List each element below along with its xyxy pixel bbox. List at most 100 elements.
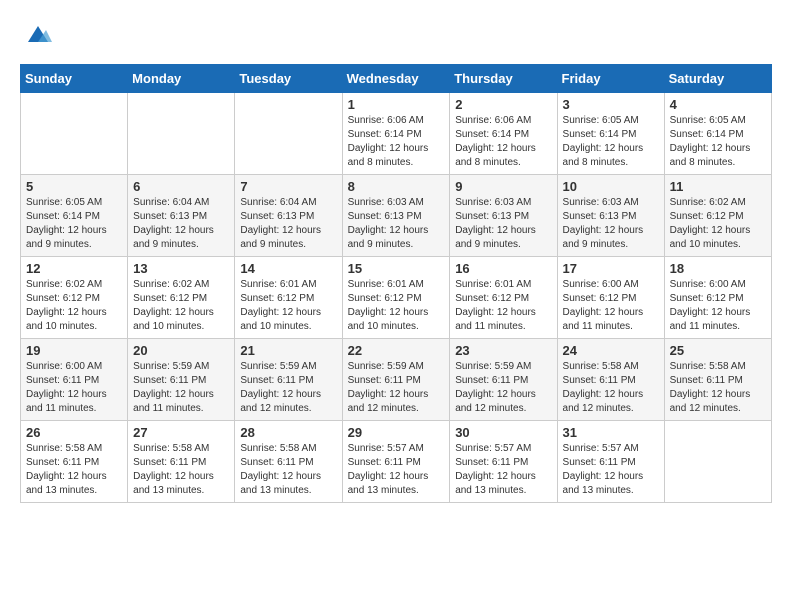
day-number: 23 (455, 343, 551, 358)
day-info: Sunrise: 6:00 AM Sunset: 6:12 PM Dayligh… (563, 278, 659, 334)
day-info: Sunrise: 5:58 AM Sunset: 6:11 PM Dayligh… (670, 360, 766, 416)
day-number: 7 (240, 179, 336, 194)
calendar-cell (21, 93, 128, 175)
day-number: 1 (348, 97, 445, 112)
day-number: 16 (455, 261, 551, 276)
day-number: 10 (563, 179, 659, 194)
calendar-cell: 3 Sunrise: 6:05 AM Sunset: 6:14 PM Daylig… (557, 93, 664, 175)
day-info: Sunrise: 6:06 AM Sunset: 6:14 PM Dayligh… (348, 114, 445, 170)
day-info: Sunrise: 6:00 AM Sunset: 6:12 PM Dayligh… (670, 278, 766, 334)
calendar-cell: 2 Sunrise: 6:06 AM Sunset: 6:14 PM Daylig… (450, 93, 557, 175)
calendar-cell: 4 Sunrise: 6:05 AM Sunset: 6:14 PM Daylig… (664, 93, 771, 175)
week-row-3: 12 Sunrise: 6:02 AM Sunset: 6:12 PM Dayli… (21, 257, 772, 339)
day-header-saturday: Saturday (664, 65, 771, 93)
day-info: Sunrise: 6:02 AM Sunset: 6:12 PM Dayligh… (670, 196, 766, 252)
day-number: 12 (26, 261, 122, 276)
day-number: 19 (26, 343, 122, 358)
calendar-cell: 17 Sunrise: 6:00 AM Sunset: 6:12 PM Dayli… (557, 257, 664, 339)
day-number: 22 (348, 343, 445, 358)
day-info: Sunrise: 6:02 AM Sunset: 6:12 PM Dayligh… (133, 278, 229, 334)
calendar-cell: 26 Sunrise: 5:58 AM Sunset: 6:11 PM Dayli… (21, 421, 128, 503)
day-info: Sunrise: 5:58 AM Sunset: 6:11 PM Dayligh… (563, 360, 659, 416)
day-info: Sunrise: 5:59 AM Sunset: 6:11 PM Dayligh… (133, 360, 229, 416)
calendar-cell: 6 Sunrise: 6:04 AM Sunset: 6:13 PM Daylig… (128, 175, 235, 257)
day-number: 15 (348, 261, 445, 276)
day-header-monday: Monday (128, 65, 235, 93)
day-info: Sunrise: 6:02 AM Sunset: 6:12 PM Dayligh… (26, 278, 122, 334)
day-number: 9 (455, 179, 551, 194)
day-number: 18 (670, 261, 766, 276)
day-info: Sunrise: 6:01 AM Sunset: 6:12 PM Dayligh… (240, 278, 336, 334)
day-number: 6 (133, 179, 229, 194)
day-info: Sunrise: 5:59 AM Sunset: 6:11 PM Dayligh… (348, 360, 445, 416)
calendar-cell: 24 Sunrise: 5:58 AM Sunset: 6:11 PM Dayli… (557, 339, 664, 421)
week-row-5: 26 Sunrise: 5:58 AM Sunset: 6:11 PM Dayli… (21, 421, 772, 503)
calendar-cell: 25 Sunrise: 5:58 AM Sunset: 6:11 PM Dayli… (664, 339, 771, 421)
day-info: Sunrise: 6:04 AM Sunset: 6:13 PM Dayligh… (133, 196, 229, 252)
day-number: 11 (670, 179, 766, 194)
week-row-4: 19Sunrise: 6:00 AM Sunset: 6:11 PM Dayli… (21, 339, 772, 421)
day-number: 26 (26, 425, 122, 440)
day-number: 4 (670, 97, 766, 112)
calendar-cell: 28 Sunrise: 5:58 AM Sunset: 6:11 PM Dayli… (235, 421, 342, 503)
day-info: Sunrise: 5:57 AM Sunset: 6:11 PM Dayligh… (455, 442, 551, 498)
calendar-cell: 9 Sunrise: 6:03 AM Sunset: 6:13 PM Daylig… (450, 175, 557, 257)
calendar-cell: 30Sunrise: 5:57 AM Sunset: 6:11 PM Dayli… (450, 421, 557, 503)
calendar-cell (664, 421, 771, 503)
day-number: 28 (240, 425, 336, 440)
calendar-cell: 12 Sunrise: 6:02 AM Sunset: 6:12 PM Dayli… (21, 257, 128, 339)
day-number: 3 (563, 97, 659, 112)
day-info: Sunrise: 6:01 AM Sunset: 6:12 PM Dayligh… (455, 278, 551, 334)
day-info: Sunrise: 5:57 AM Sunset: 6:11 PM Dayligh… (348, 442, 445, 498)
day-header-tuesday: Tuesday (235, 65, 342, 93)
day-info: Sunrise: 5:59 AM Sunset: 6:11 PM Dayligh… (455, 360, 551, 416)
day-number: 31 (563, 425, 659, 440)
day-info: Sunrise: 6:03 AM Sunset: 6:13 PM Dayligh… (455, 196, 551, 252)
day-info: Sunrise: 5:57 AM Sunset: 6:11 PM Dayligh… (563, 442, 659, 498)
day-info: Sunrise: 5:58 AM Sunset: 6:11 PM Dayligh… (133, 442, 229, 498)
calendar-cell: 21 Sunrise: 5:59 AM Sunset: 6:11 PM Dayli… (235, 339, 342, 421)
calendar-cell: 13 Sunrise: 6:02 AM Sunset: 6:12 PM Dayli… (128, 257, 235, 339)
day-number: 17 (563, 261, 659, 276)
day-number: 29 (348, 425, 445, 440)
day-info: Sunrise: 5:58 AM Sunset: 6:11 PM Dayligh… (26, 442, 122, 498)
week-row-1: 1 Sunrise: 6:06 AM Sunset: 6:14 PM Daylig… (21, 93, 772, 175)
calendar-cell: 10Sunrise: 6:03 AM Sunset: 6:13 PM Dayli… (557, 175, 664, 257)
day-number: 14 (240, 261, 336, 276)
day-header-sunday: Sunday (21, 65, 128, 93)
day-number: 13 (133, 261, 229, 276)
calendar-cell: 15Sunrise: 6:01 AM Sunset: 6:12 PM Dayli… (342, 257, 450, 339)
calendar-cell: 31 Sunrise: 5:57 AM Sunset: 6:11 PM Dayli… (557, 421, 664, 503)
day-number: 25 (670, 343, 766, 358)
day-info: Sunrise: 6:03 AM Sunset: 6:13 PM Dayligh… (348, 196, 445, 252)
calendar-cell: 16 Sunrise: 6:01 AM Sunset: 6:12 PM Dayli… (450, 257, 557, 339)
calendar-cell: 5Sunrise: 6:05 AM Sunset: 6:14 PM Daylig… (21, 175, 128, 257)
calendar-cell: 19Sunrise: 6:00 AM Sunset: 6:11 PM Dayli… (21, 339, 128, 421)
day-number: 27 (133, 425, 229, 440)
day-info: Sunrise: 6:06 AM Sunset: 6:14 PM Dayligh… (455, 114, 551, 170)
calendar-cell: 18 Sunrise: 6:00 AM Sunset: 6:12 PM Dayli… (664, 257, 771, 339)
logo (20, 20, 52, 48)
calendar-cell: 11 Sunrise: 6:02 AM Sunset: 6:12 PM Dayli… (664, 175, 771, 257)
day-number: 5 (26, 179, 122, 194)
calendar-cell: 22 Sunrise: 5:59 AM Sunset: 6:11 PM Dayli… (342, 339, 450, 421)
day-header-wednesday: Wednesday (342, 65, 450, 93)
day-info: Sunrise: 5:59 AM Sunset: 6:11 PM Dayligh… (240, 360, 336, 416)
calendar-cell: 23 Sunrise: 5:59 AM Sunset: 6:11 PM Dayli… (450, 339, 557, 421)
calendar-cell: 29 Sunrise: 5:57 AM Sunset: 6:11 PM Dayli… (342, 421, 450, 503)
day-number: 20 (133, 343, 229, 358)
day-number: 8 (348, 179, 445, 194)
calendar-cell: 27 Sunrise: 5:58 AM Sunset: 6:11 PM Dayli… (128, 421, 235, 503)
day-info: Sunrise: 6:05 AM Sunset: 6:14 PM Dayligh… (563, 114, 659, 170)
day-number: 2 (455, 97, 551, 112)
week-row-2: 5Sunrise: 6:05 AM Sunset: 6:14 PM Daylig… (21, 175, 772, 257)
day-number: 24 (563, 343, 659, 358)
logo-icon (24, 20, 52, 48)
calendar-cell: 14 Sunrise: 6:01 AM Sunset: 6:12 PM Dayli… (235, 257, 342, 339)
calendar-cell: 1 Sunrise: 6:06 AM Sunset: 6:14 PM Daylig… (342, 93, 450, 175)
day-info: Sunrise: 6:04 AM Sunset: 6:13 PM Dayligh… (240, 196, 336, 252)
day-info: Sunrise: 5:58 AM Sunset: 6:11 PM Dayligh… (240, 442, 336, 498)
day-number: 21 (240, 343, 336, 358)
day-info: Sunrise: 6:05 AM Sunset: 6:14 PM Dayligh… (670, 114, 766, 170)
calendar-cell (235, 93, 342, 175)
